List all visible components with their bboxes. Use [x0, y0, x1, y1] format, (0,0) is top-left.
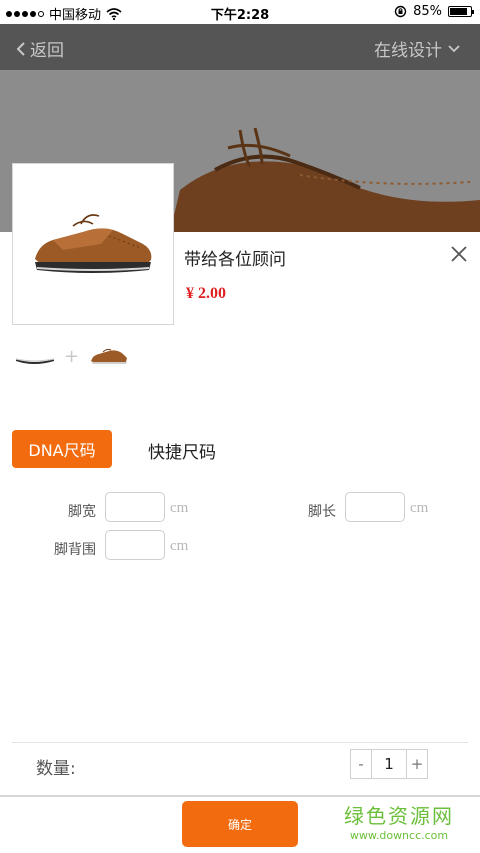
instep-girth-unit: cm	[170, 538, 189, 554]
battery-icon	[448, 6, 474, 17]
online-design-label: 在线设计	[374, 41, 442, 61]
upper-part-icon[interactable]	[87, 345, 129, 367]
chevron-down-icon	[448, 44, 460, 52]
chevron-left-icon	[16, 41, 25, 56]
watermark: 绿色资源网 www.downcc.com	[344, 800, 454, 842]
shoe-parts-preview: +	[14, 345, 129, 367]
quantity-label: 数量:	[36, 759, 76, 779]
orientation-lock-icon	[394, 5, 407, 18]
confirm-button[interactable]: 确定	[182, 801, 298, 847]
bottom-divider	[0, 795, 480, 797]
tab-quick-size[interactable]: 快捷尺码	[148, 438, 216, 463]
instep-girth-label: 脚背围	[54, 542, 96, 558]
close-button[interactable]	[448, 243, 470, 265]
foot-length-unit: cm	[410, 500, 429, 516]
status-right: 85%	[394, 4, 474, 19]
product-price: ¥ 2.00	[186, 285, 226, 302]
status-bar: 中国移动 下午2:28 85%	[0, 0, 480, 24]
quantity-value[interactable]: 1	[372, 749, 406, 779]
back-button[interactable]: 返回	[16, 36, 64, 61]
quantity-minus-button[interactable]: -	[350, 749, 372, 779]
back-label: 返回	[30, 41, 64, 61]
tab-dna-size[interactable]: DNA尺码	[12, 430, 112, 468]
shoe-image	[35, 214, 152, 273]
foot-length-label: 脚长	[308, 504, 336, 520]
nav-bar: 返回 在线设计	[0, 24, 480, 70]
watermark-url: www.downcc.com	[349, 829, 449, 842]
watermark-title: 绿色资源网	[344, 804, 454, 828]
plus-icon: +	[64, 345, 80, 367]
close-icon	[451, 246, 467, 262]
battery-percent: 85%	[413, 4, 442, 19]
product-thumbnail	[12, 163, 174, 325]
quantity-stepper: - 1 +	[350, 749, 428, 779]
quantity-divider	[12, 742, 468, 743]
product-size-sheet-page: 中国移动 下午2:28 85% 返回 在线设计 带给各位顾问 ¥ 2.00 + …	[0, 0, 480, 853]
foot-width-input[interactable]	[105, 492, 165, 522]
foot-length-input[interactable]	[345, 492, 405, 522]
instep-girth-input[interactable]	[105, 530, 165, 560]
confirm-label: 确定	[227, 817, 252, 832]
sole-part-icon[interactable]	[14, 345, 56, 367]
quantity-plus-button[interactable]: +	[406, 749, 428, 779]
product-name: 带给各位顾问	[184, 250, 286, 270]
tab-dna-size-label: DNA尺码	[28, 441, 96, 460]
battery-fill	[450, 8, 467, 15]
online-design-button[interactable]: 在线设计	[374, 36, 460, 61]
foot-width-label: 脚宽	[68, 504, 96, 520]
foot-width-unit: cm	[170, 500, 189, 516]
